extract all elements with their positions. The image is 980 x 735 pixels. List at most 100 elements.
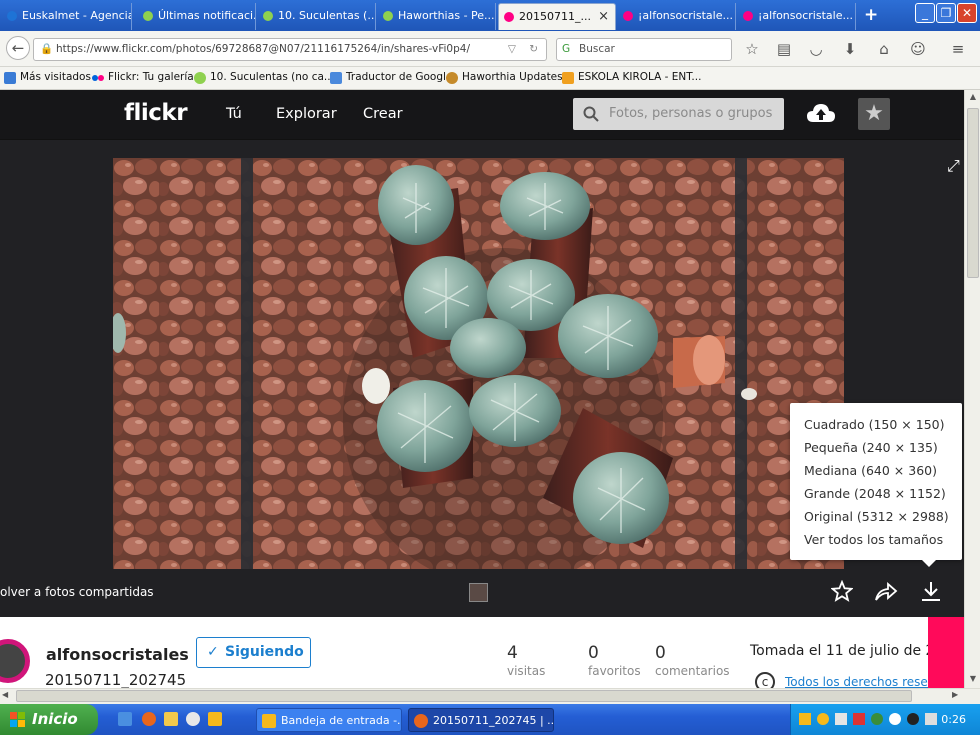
favorite-star-icon[interactable] bbox=[831, 580, 853, 602]
following-button[interactable]: ✓ Siguiendo bbox=[196, 637, 311, 668]
leaf-icon bbox=[263, 11, 273, 21]
avatar[interactable]: ★ bbox=[858, 98, 890, 130]
close-tab-icon[interactable]: × bbox=[598, 4, 609, 29]
bookmark-suculentas[interactable]: 10. Suculentas (no ca... bbox=[194, 71, 334, 84]
views-label: visitas bbox=[507, 664, 546, 678]
url-bar[interactable]: 🔒 https://www.flickr.com/photos/69728687… bbox=[33, 38, 547, 61]
size-option-ver-todos[interactable]: Ver todos los tamaños bbox=[804, 532, 943, 547]
nav-explorar[interactable]: Explorar bbox=[276, 106, 337, 122]
size-option-mediana[interactable]: Mediana (640 × 360) bbox=[804, 463, 937, 478]
firefox-icon bbox=[414, 714, 428, 728]
bookmark-label: ESKOLA KIROLA - ENT... bbox=[578, 71, 702, 83]
bookmarks-list-icon[interactable]: ▤ bbox=[774, 39, 794, 59]
nav-crear[interactable]: Crear bbox=[363, 106, 403, 122]
tray-e-icon[interactable] bbox=[889, 713, 901, 725]
upload-cloud-icon[interactable] bbox=[806, 102, 836, 126]
tray-network-icon[interactable] bbox=[835, 713, 847, 725]
clock: 0:26 bbox=[941, 713, 966, 726]
owner-avatar[interactable] bbox=[0, 639, 30, 683]
browser-search-input[interactable]: G Buscar bbox=[556, 38, 732, 61]
tab-active-photo[interactable]: 20150711_... × bbox=[498, 3, 616, 30]
flickr-logo[interactable]: flickr bbox=[124, 100, 188, 126]
download-icon[interactable] bbox=[920, 580, 942, 602]
tray-antivirus-icon[interactable] bbox=[907, 713, 919, 725]
comments-count: 0 bbox=[655, 643, 666, 663]
vertical-scrollbar[interactable]: ▲ ▼ bbox=[964, 90, 980, 688]
size-option-pequena[interactable]: Pequeña (240 × 135) bbox=[804, 440, 938, 455]
scroll-up-icon[interactable]: ▲ bbox=[967, 92, 979, 104]
minimize-button[interactable]: _ bbox=[915, 3, 935, 23]
lock-icon: 🔒 bbox=[40, 43, 54, 55]
tab-label: Últimas notificaci... bbox=[158, 9, 256, 22]
photo-thumbnail[interactable] bbox=[469, 583, 488, 602]
scroll-down-icon[interactable]: ▼ bbox=[967, 674, 979, 686]
back-arrow-icon[interactable]: ← bbox=[6, 36, 30, 60]
license-link[interactable]: Todos los derechos reser bbox=[785, 675, 933, 688]
tab-notificaciones[interactable]: Últimas notificaci... bbox=[138, 3, 256, 30]
scroll-right-icon[interactable]: ▶ bbox=[952, 690, 958, 699]
euskalmet-icon bbox=[7, 11, 17, 21]
tray-volume-icon[interactable] bbox=[925, 713, 937, 725]
navigation-bar: ← 🔒 https://www.flickr.com/photos/697286… bbox=[0, 31, 980, 67]
tray-mail-icon[interactable] bbox=[799, 713, 811, 725]
bookmark-mas-visitados[interactable]: Más visitados bbox=[4, 71, 91, 84]
menu-pointer bbox=[922, 560, 936, 567]
scroll-thumb[interactable] bbox=[967, 108, 979, 278]
flickr-search-input[interactable]: Fotos, personas o grupos bbox=[573, 98, 784, 130]
tray-update-icon[interactable] bbox=[871, 713, 883, 725]
reload-icon[interactable]: ↻ bbox=[529, 39, 538, 60]
folder-quicklaunch-icon[interactable] bbox=[164, 712, 178, 726]
flickr-icon bbox=[623, 11, 633, 21]
tray-security-icon[interactable] bbox=[853, 713, 865, 725]
fullscreen-icon[interactable]: ⤢ bbox=[947, 156, 960, 176]
tab-alfonsocristales-1[interactable]: ¡alfonsocristale... bbox=[618, 3, 736, 30]
bookmark-label: Traductor de Google bbox=[346, 71, 453, 83]
scroll-left-icon[interactable]: ◀ bbox=[2, 690, 8, 699]
size-option-grande[interactable]: Grande (2048 × 1152) bbox=[804, 486, 946, 501]
back-to-shared-link[interactable]: olver a fotos compartidas bbox=[0, 585, 154, 599]
nav-tu[interactable]: Tú bbox=[226, 106, 242, 122]
download-sizes-menu: Cuadrado (150 × 150) Pequeña (240 × 135)… bbox=[790, 403, 962, 567]
main-photo[interactable] bbox=[113, 158, 844, 569]
dropdown-arrow-icon[interactable]: ▽ bbox=[508, 39, 516, 60]
owner-name[interactable]: alfonsocristales bbox=[46, 645, 189, 664]
start-button[interactable]: Inicio bbox=[0, 704, 98, 735]
close-window-button[interactable]: ✕ bbox=[957, 3, 977, 23]
bookmark-traductor[interactable]: Traductor de Google bbox=[330, 71, 453, 84]
size-option-cuadrado[interactable]: Cuadrado (150 × 150) bbox=[804, 417, 945, 432]
bookmark-haworthia[interactable]: Haworthia Updates bbox=[446, 71, 563, 84]
date-taken: Tomada el 11 de julio de 20 bbox=[750, 643, 944, 659]
size-option-original[interactable]: Original (5312 × 2988) bbox=[804, 509, 949, 524]
search-placeholder: Fotos, personas o grupos bbox=[609, 106, 773, 121]
tab-haworthias[interactable]: Haworthias - Pe... bbox=[378, 3, 496, 30]
hscroll-thumb[interactable] bbox=[16, 690, 912, 702]
bookmark-star-icon[interactable]: ☆ bbox=[742, 39, 762, 59]
share-arrow-icon[interactable] bbox=[874, 581, 898, 603]
new-tab-button[interactable]: + bbox=[864, 5, 878, 25]
tray-notify-icon[interactable] bbox=[817, 713, 829, 725]
media-quicklaunch-icon[interactable] bbox=[186, 712, 200, 726]
bookmark-eskola[interactable]: ESKOLA KIROLA - ENT... bbox=[562, 71, 702, 84]
maximize-button[interactable]: ❐ bbox=[936, 3, 956, 23]
tab-alfonsocristales-2[interactable]: ¡alfonsocristale... bbox=[738, 3, 856, 30]
horizontal-scrollbar[interactable]: ◀ ▶ bbox=[0, 688, 980, 704]
chat-icon[interactable]: ☺ bbox=[908, 39, 928, 59]
task-bandeja-entrada[interactable]: Bandeja de entrada -... bbox=[256, 708, 402, 732]
ie-quicklaunch-icon[interactable] bbox=[118, 712, 132, 726]
url-text: https://www.flickr.com/photos/69728687@N… bbox=[56, 43, 470, 55]
tab-suculentas[interactable]: 10. Suculentas (... bbox=[258, 3, 376, 30]
bookmark-label: 10. Suculentas (no ca... bbox=[210, 71, 334, 83]
bookmark-flickr[interactable]: Flickr: Tu galería bbox=[92, 71, 194, 83]
download-arrow-icon[interactable]: ⬇ bbox=[840, 39, 860, 59]
menu-icon[interactable]: ≡ bbox=[948, 39, 968, 59]
tab-euskalmet[interactable]: Euskalmet - Agencia... bbox=[2, 3, 132, 30]
home-icon[interactable]: ⌂ bbox=[874, 39, 894, 59]
copyright-icon: c bbox=[755, 672, 775, 688]
tab-label: Euskalmet - Agencia... bbox=[22, 9, 131, 22]
tab-label: ¡alfonsocristale... bbox=[758, 9, 853, 22]
pocket-icon[interactable]: ◡ bbox=[806, 39, 826, 59]
task-firefox-photo[interactable]: 20150711_202745 | ... bbox=[408, 708, 554, 732]
firefox-quicklaunch-icon[interactable] bbox=[142, 712, 156, 726]
mail-quicklaunch-icon[interactable] bbox=[208, 712, 222, 726]
windows-logo-icon bbox=[10, 712, 26, 728]
